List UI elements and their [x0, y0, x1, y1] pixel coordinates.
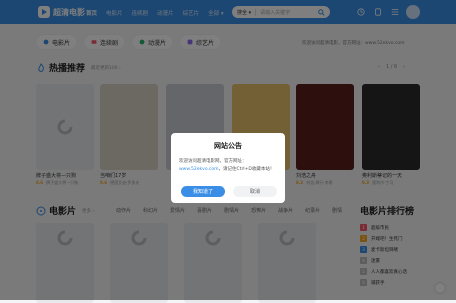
modal-body: 欢迎访问超清电影网，官方网址： www.52ekvo.com，请记住CtrI+D收… [179, 158, 279, 174]
modal-body-text: 欢迎访问超清电影网，官方网址： [179, 159, 247, 164]
cancel-button[interactable]: 取消 [233, 186, 277, 197]
modal-site-link[interactable]: www.52ekvo.com [179, 167, 219, 172]
announcement-modal: 网站公告 欢迎访问超清电影网，官方网址： www.52ekvo.com，请记住Ct… [171, 133, 285, 203]
modal-body-suffix: ，请记住CtrI+D收藏本站！ [218, 167, 275, 172]
modal-title: 网站公告 [214, 142, 242, 150]
ok-button[interactable]: 我知道了 [181, 186, 225, 197]
